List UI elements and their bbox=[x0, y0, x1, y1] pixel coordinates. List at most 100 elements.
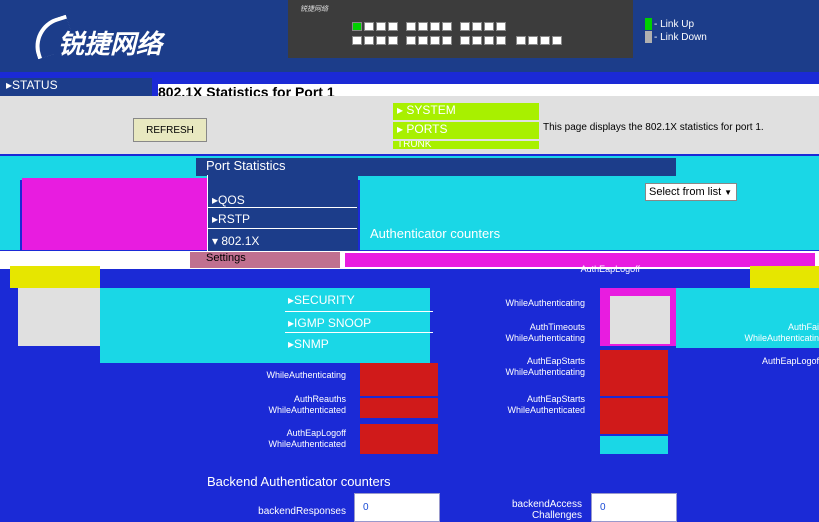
port-stats-heading: Port Statistics bbox=[196, 158, 676, 176]
overlay-block-cyan-small bbox=[600, 436, 668, 454]
auth-label-mid-3: AuthEapStarts WhileAuthenticated bbox=[507, 394, 585, 415]
auth-label-left-2: AuthEapLogoff WhileAuthenticated bbox=[268, 428, 346, 449]
auth-label-left-1: AuthReauths WhileAuthenticated bbox=[268, 394, 346, 415]
backend-access-challenges-label: backendAccess Challenges bbox=[511, 499, 582, 521]
brand-logo-text: 锐捷网络 bbox=[58, 30, 163, 60]
overlay-block-yellow-right bbox=[750, 266, 819, 288]
switch-ports-top bbox=[352, 22, 506, 31]
nav-security[interactable]: ▸SECURITY bbox=[288, 293, 355, 307]
port-icon[interactable] bbox=[496, 36, 506, 45]
port-icon[interactable] bbox=[364, 22, 374, 31]
port-icon[interactable] bbox=[352, 36, 362, 45]
nav-ports-label: PORTS bbox=[406, 122, 448, 136]
nav-system-label: SYSTEM bbox=[406, 103, 456, 117]
port-icon[interactable] bbox=[376, 36, 386, 45]
auth-counter-input[interactable] bbox=[360, 424, 438, 454]
auth-counter-input[interactable] bbox=[600, 350, 668, 396]
nav-system[interactable]: ▸ SYSTEM bbox=[393, 103, 539, 120]
nav-igmp-snoop[interactable]: ▸IGMP SNOOP bbox=[288, 316, 371, 330]
sfp-port-icon[interactable] bbox=[540, 36, 550, 45]
nav-qos[interactable]: ▸QOS bbox=[212, 193, 245, 207]
backend-responses-label: backendResponses bbox=[258, 506, 346, 517]
auth-label-mid-1: AuthTimeouts WhileAuthenticating bbox=[505, 322, 585, 343]
nav-ports[interactable]: ▸ PORTS bbox=[393, 122, 539, 139]
port-icon[interactable] bbox=[460, 36, 470, 45]
backend-access-challenges-value: 0 bbox=[600, 502, 606, 513]
switch-ports-bottom bbox=[352, 36, 562, 45]
overlay-block-cyan-left bbox=[0, 180, 20, 250]
port-select[interactable]: Select from list ▼ bbox=[645, 183, 737, 201]
nav-settings-label: Settings bbox=[206, 252, 246, 264]
link-down-label: - Link Down bbox=[654, 32, 707, 43]
port-icon[interactable] bbox=[472, 36, 482, 45]
overlay-block-grey-right bbox=[610, 296, 670, 344]
nav-rstp[interactable]: ▸RSTP bbox=[212, 212, 250, 226]
auth-label-right-0: AuthFai WhileAuthenticatin bbox=[744, 322, 819, 343]
port-icon[interactable] bbox=[430, 22, 440, 31]
port-icon[interactable] bbox=[442, 22, 452, 31]
menu-divider bbox=[285, 311, 433, 312]
port-select-value: Select from list bbox=[649, 186, 722, 198]
port-icon[interactable] bbox=[376, 22, 386, 31]
port-icon[interactable] bbox=[460, 22, 470, 31]
nav-settings[interactable]: Settings bbox=[190, 252, 340, 268]
nav-dot1x[interactable]: ▾ 802.1X bbox=[212, 234, 259, 248]
nav-trunk[interactable]: TRUNK bbox=[393, 141, 539, 149]
auth-label-mid-0: WhileAuthenticating bbox=[455, 298, 585, 309]
auth-label-right-1: AuthEapLogof bbox=[761, 356, 819, 366]
port-icon[interactable] bbox=[352, 22, 362, 31]
port-icon[interactable] bbox=[406, 22, 416, 31]
backend-access-challenges-input[interactable]: 0 bbox=[591, 493, 677, 522]
backend-responses-input[interactable]: 0 bbox=[354, 493, 440, 522]
auth-eap-logoff-label: AuthEapLogoff bbox=[580, 264, 640, 274]
port-icon[interactable] bbox=[388, 36, 398, 45]
auth-counter-input[interactable] bbox=[360, 363, 438, 396]
nav-snmp-label: SNMP bbox=[294, 337, 329, 351]
auth-label-left-0: WhileAuthenticating bbox=[266, 370, 346, 380]
port-icon[interactable] bbox=[364, 36, 374, 45]
port-icon[interactable] bbox=[418, 36, 428, 45]
overlay-block-magenta bbox=[22, 178, 207, 250]
nav-status[interactable]: ▸STATUS bbox=[0, 78, 152, 96]
port-icon[interactable] bbox=[472, 22, 482, 31]
auth-label-text: WhileAuthenticating bbox=[505, 298, 585, 308]
port-icon[interactable] bbox=[484, 36, 494, 45]
auth-counter-input[interactable] bbox=[600, 398, 668, 434]
nav-dot1x-label: 802.1X bbox=[221, 234, 260, 248]
overlay-block-yellow-left bbox=[10, 266, 100, 288]
menu-divider bbox=[285, 332, 433, 333]
backend-heading: Backend Authenticator counters bbox=[207, 474, 391, 489]
link-down-swatch bbox=[645, 31, 652, 43]
auth-label-mid-2: AuthEapStarts WhileAuthenticating bbox=[505, 356, 585, 377]
sfp-port-icon[interactable] bbox=[552, 36, 562, 45]
overlay-block-grey-left bbox=[18, 288, 100, 346]
port-icon[interactable] bbox=[418, 22, 428, 31]
nav-security-label: SECURITY bbox=[294, 293, 355, 307]
refresh-button[interactable]: REFRESH bbox=[133, 118, 207, 142]
port-icon[interactable] bbox=[496, 22, 506, 31]
nav-qos-label: QOS bbox=[218, 193, 245, 207]
link-up-swatch bbox=[645, 18, 652, 30]
port-icon[interactable] bbox=[430, 36, 440, 45]
port-icon[interactable] bbox=[442, 36, 452, 45]
nav-trunk-label: TRUNK bbox=[397, 141, 432, 149]
auth-counter-input[interactable] bbox=[360, 398, 438, 418]
backend-responses-value: 0 bbox=[363, 502, 369, 513]
authenticator-heading: Authenticator counters bbox=[370, 226, 501, 241]
overlay-block-cyan-mid bbox=[100, 288, 430, 363]
port-icon[interactable] bbox=[484, 22, 494, 31]
nav-rstp-label: RSTP bbox=[218, 212, 251, 226]
page-description: This page displays the 802.1X statistics… bbox=[543, 122, 764, 133]
nav-igmp-snoop-label: IGMP SNOOP bbox=[294, 316, 372, 330]
sfp-port-icon[interactable] bbox=[516, 36, 526, 45]
port-icon[interactable] bbox=[388, 22, 398, 31]
menu-divider bbox=[207, 228, 357, 229]
chevron-down-icon: ▼ bbox=[724, 187, 733, 197]
nav-snmp[interactable]: ▸SNMP bbox=[288, 337, 329, 351]
nav-status-label: STATUS bbox=[12, 78, 58, 92]
port-icon[interactable] bbox=[406, 36, 416, 45]
link-up-label: - Link Up bbox=[654, 19, 695, 30]
switch-brand-label: 锐捷网络 bbox=[300, 6, 328, 13]
sfp-port-icon[interactable] bbox=[528, 36, 538, 45]
menu-divider bbox=[207, 207, 357, 208]
